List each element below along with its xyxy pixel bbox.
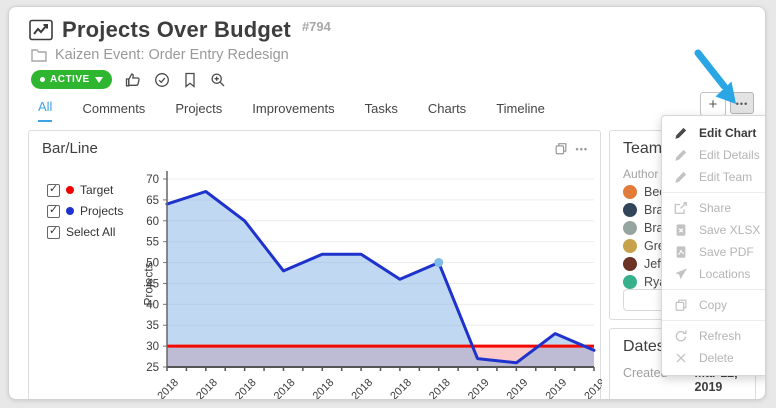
record-id: #794 xyxy=(301,18,331,34)
avatar xyxy=(623,257,637,271)
svg-text:25: 25 xyxy=(146,362,159,374)
status-badge[interactable]: ACTIVE xyxy=(31,70,112,89)
tab-tasks[interactable]: Tasks xyxy=(365,101,398,122)
folder-icon xyxy=(31,48,47,62)
chart-panel-title: Bar/Line xyxy=(42,140,98,157)
tab-charts[interactable]: Charts xyxy=(428,101,466,122)
menu-item-label: Edit Team xyxy=(699,170,753,184)
menu-item-edit-chart[interactable]: Edit Chart xyxy=(662,122,765,144)
checkbox-icon[interactable] xyxy=(47,203,60,218)
thumbs-up-icon[interactable] xyxy=(125,72,141,88)
menu-divider xyxy=(662,192,765,193)
zoom-in-icon[interactable] xyxy=(210,72,226,88)
tab-improvements[interactable]: Improvements xyxy=(252,101,334,122)
more-actions-button[interactable]: ••• xyxy=(730,92,754,114)
record-card: Projects Over Budget #794 Kaizen Event: … xyxy=(8,6,766,400)
avatar xyxy=(623,239,637,253)
page-title: Projects Over Budget xyxy=(62,17,291,42)
avatar xyxy=(623,185,637,199)
svg-text:35: 35 xyxy=(146,320,159,332)
y-axis-label: Projects xyxy=(141,262,156,306)
chevron-down-icon xyxy=(94,76,103,83)
menu-item-save-pdf[interactable]: Save PDF xyxy=(662,241,765,263)
menu-divider xyxy=(662,289,765,290)
chart-legend: Target Projects Select All xyxy=(47,182,124,239)
menu-item-label: Save PDF xyxy=(699,245,754,259)
record-header: Projects Over Budget #794 Kaizen Event: … xyxy=(9,7,765,89)
legend-label: Select All xyxy=(66,225,116,239)
menu-item-label: Edit Chart xyxy=(699,126,757,140)
series-dot-icon xyxy=(66,207,74,215)
breadcrumb[interactable]: Kaizen Event: Order Entry Redesign xyxy=(31,47,745,63)
more-actions-menu: Edit Chart Edit Details Edit Team Share Save… xyxy=(661,115,765,376)
copy-chart-icon[interactable] xyxy=(554,141,568,156)
legend-item-projects[interactable]: Projects xyxy=(47,203,124,218)
add-button[interactable]: + xyxy=(700,92,726,116)
menu-divider xyxy=(662,320,765,321)
avatar xyxy=(623,221,637,235)
pencil-icon xyxy=(675,171,687,183)
svg-text:65: 65 xyxy=(146,195,159,207)
menu-item-locations[interactable]: Locations xyxy=(662,263,765,285)
line-chart-icon xyxy=(29,19,53,41)
menu-item-copy[interactable]: Copy xyxy=(662,294,765,316)
share-icon xyxy=(674,202,687,214)
chart-panel: Bar/Line ••• 25 30 35 40 45 50 55 60 65 70 Sep 12,… xyxy=(28,130,602,400)
legend-item-select-all[interactable]: Select All xyxy=(47,224,123,239)
menu-item-edit-details[interactable]: Edit Details xyxy=(662,144,765,166)
svg-text:70: 70 xyxy=(146,174,159,186)
tab-comments[interactable]: Comments xyxy=(82,101,145,122)
menu-item-label: Copy xyxy=(699,298,728,312)
menu-item-refresh[interactable]: Refresh xyxy=(662,325,765,347)
avatar xyxy=(623,275,637,289)
checkbox-icon[interactable] xyxy=(47,182,60,197)
legend-item-target[interactable]: Target xyxy=(47,182,123,197)
file-xlsx-icon xyxy=(676,224,686,236)
series-dot-icon xyxy=(66,186,74,194)
copy-icon xyxy=(675,299,687,311)
legend-label: Target xyxy=(80,183,114,197)
refresh-icon xyxy=(675,330,687,342)
menu-item-share[interactable]: Share xyxy=(662,197,765,219)
legend-label: Projects xyxy=(80,204,124,218)
menu-item-label: Save XLSX xyxy=(699,223,761,237)
svg-text:60: 60 xyxy=(146,216,159,228)
svg-text:55: 55 xyxy=(146,237,159,249)
status-dot-icon xyxy=(40,77,45,82)
pencil-icon xyxy=(675,149,687,161)
paper-plane-icon xyxy=(675,268,688,280)
svg-text:30: 30 xyxy=(146,341,159,353)
menu-item-label: Share xyxy=(699,201,732,215)
tab-all[interactable]: All xyxy=(38,99,53,122)
menu-item-label: Locations xyxy=(699,267,751,281)
checkbox-icon[interactable] xyxy=(47,224,60,239)
chart-more-icon[interactable]: ••• xyxy=(576,144,588,154)
menu-item-delete[interactable]: Delete xyxy=(662,347,765,369)
chart-canvas[interactable]: 25 30 35 40 45 50 55 60 65 70 Sep 12, 2018 Sep 26, … xyxy=(29,159,602,400)
svg-text:Sep 12, 2018: Sep 12, 2018 xyxy=(126,377,181,400)
check-circle-icon[interactable] xyxy=(154,72,170,88)
menu-item-label: Delete xyxy=(699,351,734,365)
menu-item-edit-team[interactable]: Edit Team xyxy=(662,166,765,188)
tab-bar: All Comments Projects Improvements Tasks Char… xyxy=(38,92,765,122)
menu-item-label: Edit Details xyxy=(699,148,760,162)
pencil-icon xyxy=(675,127,687,139)
status-label: ACTIVE xyxy=(50,74,90,85)
avatar xyxy=(623,203,637,217)
x-icon xyxy=(676,353,686,363)
file-pdf-icon xyxy=(676,246,686,258)
tab-projects[interactable]: Projects xyxy=(175,101,222,122)
menu-item-label: Refresh xyxy=(699,329,742,343)
tab-timeline[interactable]: Timeline xyxy=(496,101,545,122)
page: { "ui": {"plus_glyph": "+", "ellipsis_gl… xyxy=(0,0,776,408)
bookmark-icon[interactable] xyxy=(183,72,197,88)
menu-item-save-xlsx[interactable]: Save XLSX xyxy=(662,219,765,241)
breadcrumb-label: Kaizen Event: Order Entry Redesign xyxy=(55,47,289,63)
